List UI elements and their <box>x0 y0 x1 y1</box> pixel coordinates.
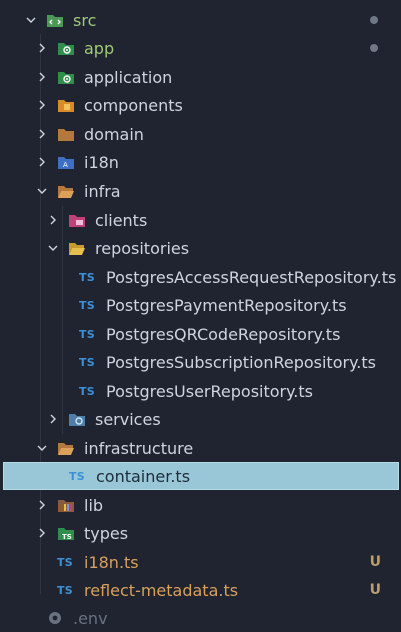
application-folder-icon <box>57 68 75 86</box>
typescript-file-icon: TS <box>79 298 96 312</box>
repositories-folder-open-icon <box>68 239 86 257</box>
typescript-file-icon: TS <box>69 469 86 483</box>
file-explorer-tree: src app application components domain A … <box>0 0 401 628</box>
tree-item-infrastructure[interactable]: infrastructure <box>0 434 401 462</box>
tree-item-label: .env <box>73 608 108 628</box>
chevron-down-icon <box>46 241 60 255</box>
tree-item-label: application <box>84 67 173 87</box>
untracked-status-badge: U <box>369 554 381 570</box>
chevron-right-icon <box>35 41 49 55</box>
tree-item-label: PostgresSubscriptionRepository.ts <box>106 352 376 372</box>
tree-item-file-selected[interactable]: TS container.ts <box>3 462 399 490</box>
tree-item-file[interactable]: TS reflect-metadata.ts U <box>0 576 401 604</box>
tree-item-repositories[interactable]: repositories <box>0 234 401 262</box>
tree-item-label: components <box>84 95 183 115</box>
tree-item-label: services <box>95 409 161 429</box>
chevron-down-icon <box>35 441 49 455</box>
tree-item-file[interactable]: .env <box>0 604 401 632</box>
tree-item-label: PostgresAccessRequestRepository.ts <box>106 267 397 287</box>
lib-folder-icon <box>57 496 75 514</box>
tree-item-i18n[interactable]: A i18n <box>0 148 401 176</box>
tree-item-label: i18n.ts <box>84 552 139 572</box>
tree-item-file[interactable]: TS PostgresPaymentRepository.ts <box>0 291 401 319</box>
tree-item-lib[interactable]: lib <box>0 491 401 519</box>
components-folder-icon <box>57 96 75 114</box>
tree-item-app[interactable]: app <box>0 34 401 62</box>
folder-open-icon <box>57 439 75 457</box>
untracked-status-badge: U <box>369 582 381 598</box>
chevron-right-icon <box>35 127 49 141</box>
tree-item-application[interactable]: application <box>0 63 401 91</box>
folder-open-icon <box>57 182 75 200</box>
tree-item-label: container.ts <box>96 466 191 486</box>
tree-item-components[interactable]: components <box>0 91 401 119</box>
tree-item-label: PostgresUserRepository.ts <box>106 381 313 401</box>
tree-item-label: types <box>84 523 129 543</box>
tree-item-file[interactable]: TS PostgresAccessRequestRepository.ts <box>0 263 401 291</box>
modified-dot-icon <box>370 44 378 52</box>
tree-item-clients[interactable]: clients <box>0 206 401 234</box>
services-folder-icon <box>68 410 86 428</box>
app-folder-icon <box>57 39 75 57</box>
tree-item-file[interactable]: TS PostgresQRCodeRepository.ts <box>0 320 401 348</box>
tree-item-file[interactable]: TS PostgresSubscriptionRepository.ts <box>0 348 401 376</box>
clients-folder-icon <box>68 211 86 229</box>
chevron-down-icon <box>35 184 49 198</box>
typescript-file-icon: TS <box>79 327 96 341</box>
typescript-file-icon: TS <box>79 355 96 369</box>
tree-item-file[interactable]: TS i18n.ts U <box>0 548 401 576</box>
tree-item-src[interactable]: src <box>0 6 401 34</box>
tree-item-domain[interactable]: domain <box>0 120 401 148</box>
chevron-right-icon <box>35 155 49 169</box>
svg-text:A: A <box>63 161 68 169</box>
chevron-right-icon <box>35 498 49 512</box>
gear-icon <box>46 609 64 627</box>
tree-item-label: PostgresQRCodeRepository.ts <box>106 324 341 344</box>
tree-item-file[interactable]: TS PostgresUserRepository.ts <box>0 377 401 405</box>
tree-item-label: app <box>84 38 115 58</box>
tree-item-types[interactable]: TS types <box>0 519 401 547</box>
tree-item-label: infra <box>84 181 121 201</box>
typescript-file-icon: TS <box>79 384 96 398</box>
chevron-right-icon <box>35 70 49 84</box>
tree-item-infra[interactable]: infra <box>0 177 401 205</box>
tree-item-label: lib <box>84 495 104 515</box>
typescript-file-icon: TS <box>57 555 74 569</box>
modified-dot-icon <box>370 16 378 24</box>
tree-item-label: i18n <box>84 152 119 172</box>
folder-icon <box>57 125 75 143</box>
chevron-right-icon <box>46 213 60 227</box>
chevron-right-icon <box>35 526 49 540</box>
tree-item-label: reflect-metadata.ts <box>84 580 239 600</box>
typescript-file-icon: TS <box>79 270 96 284</box>
tree-item-label: PostgresPaymentRepository.ts <box>106 295 347 315</box>
chevron-right-icon <box>35 98 49 112</box>
tree-item-label: domain <box>84 124 144 144</box>
i18n-folder-icon: A <box>57 153 75 171</box>
src-folder-icon <box>46 11 64 29</box>
tree-item-services[interactable]: services <box>0 405 401 433</box>
tree-item-label: clients <box>95 210 148 230</box>
tree-item-label: src <box>73 10 97 30</box>
chevron-down-icon <box>24 13 38 27</box>
types-folder-icon: TS <box>57 524 75 542</box>
typescript-file-icon: TS <box>57 583 74 597</box>
tree-item-label: repositories <box>95 238 190 258</box>
tree-item-label: infrastructure <box>84 438 194 458</box>
chevron-right-icon <box>46 412 60 426</box>
svg-text:TS: TS <box>62 533 72 541</box>
